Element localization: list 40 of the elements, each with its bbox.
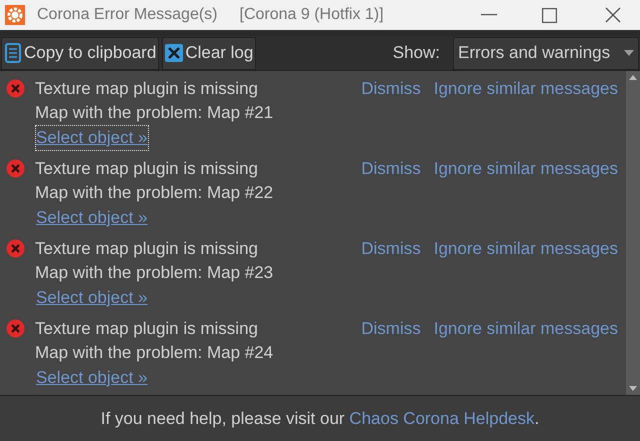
- message-title: Texture map plugin is missing: [35, 238, 259, 260]
- dropdown-caret-icon: [624, 50, 634, 56]
- select-object-link[interactable]: Select object »: [35, 205, 149, 231]
- select-object-link[interactable]: Select object »: [35, 125, 149, 151]
- x-box-icon: [165, 44, 184, 62]
- message-title: Texture map plugin is missing: [35, 158, 259, 180]
- message-detail: Map with the problem: Map #24: [35, 342, 274, 364]
- ignore-similar-link[interactable]: Ignore similar messages: [434, 77, 618, 101]
- message-detail: Map with the problem: Map #22: [35, 182, 274, 204]
- ignore-similar-link[interactable]: Ignore similar messages: [434, 157, 618, 181]
- select-object-link[interactable]: Select object »: [35, 285, 149, 311]
- error-icon: [6, 319, 25, 338]
- scrollbar[interactable]: [626, 71, 640, 395]
- error-icon: [6, 239, 25, 258]
- show-label: Show:: [392, 42, 440, 64]
- close-icon[interactable]: [605, 7, 621, 23]
- dismiss-link[interactable]: Dismiss: [361, 77, 421, 101]
- message-title: Texture map plugin is missing: [35, 78, 259, 100]
- error-icon: [6, 79, 25, 98]
- helpdesk-link[interactable]: Chaos Corona Helpdesk: [349, 408, 535, 428]
- message-title: Texture map plugin is missing: [35, 318, 259, 340]
- message-detail: Map with the problem: Map #23: [35, 262, 274, 284]
- app-logo-icon: [5, 5, 25, 25]
- select-object-link[interactable]: Select object »: [35, 365, 149, 391]
- maximize-icon[interactable]: [542, 8, 557, 22]
- window-subtitle: [Corona 9 (Hotfix 1)]: [240, 5, 384, 25]
- dismiss-link[interactable]: Dismiss: [361, 317, 421, 341]
- error-icon: [6, 159, 25, 178]
- ignore-similar-link[interactable]: Ignore similar messages: [434, 317, 618, 341]
- minimize-icon[interactable]: [481, 14, 497, 16]
- window-title: Corona Error Message(s): [37, 5, 218, 25]
- filter-dropdown[interactable]: Errors and warnings: [453, 36, 639, 70]
- clear-button[interactable]: Clear log: [162, 36, 256, 70]
- dismiss-link[interactable]: Dismiss: [361, 157, 421, 181]
- help-text: If you need help, please visit our Chaos Corona Helpdesk.: [100, 408, 540, 430]
- ignore-similar-link[interactable]: Ignore similar messages: [434, 237, 618, 261]
- message-detail: Map with the problem: Map #21: [35, 102, 274, 124]
- dismiss-link[interactable]: Dismiss: [361, 237, 421, 261]
- clipboard-icon: [4, 43, 22, 63]
- copy-button[interactable]: Copy to clipboard: [1, 36, 160, 70]
